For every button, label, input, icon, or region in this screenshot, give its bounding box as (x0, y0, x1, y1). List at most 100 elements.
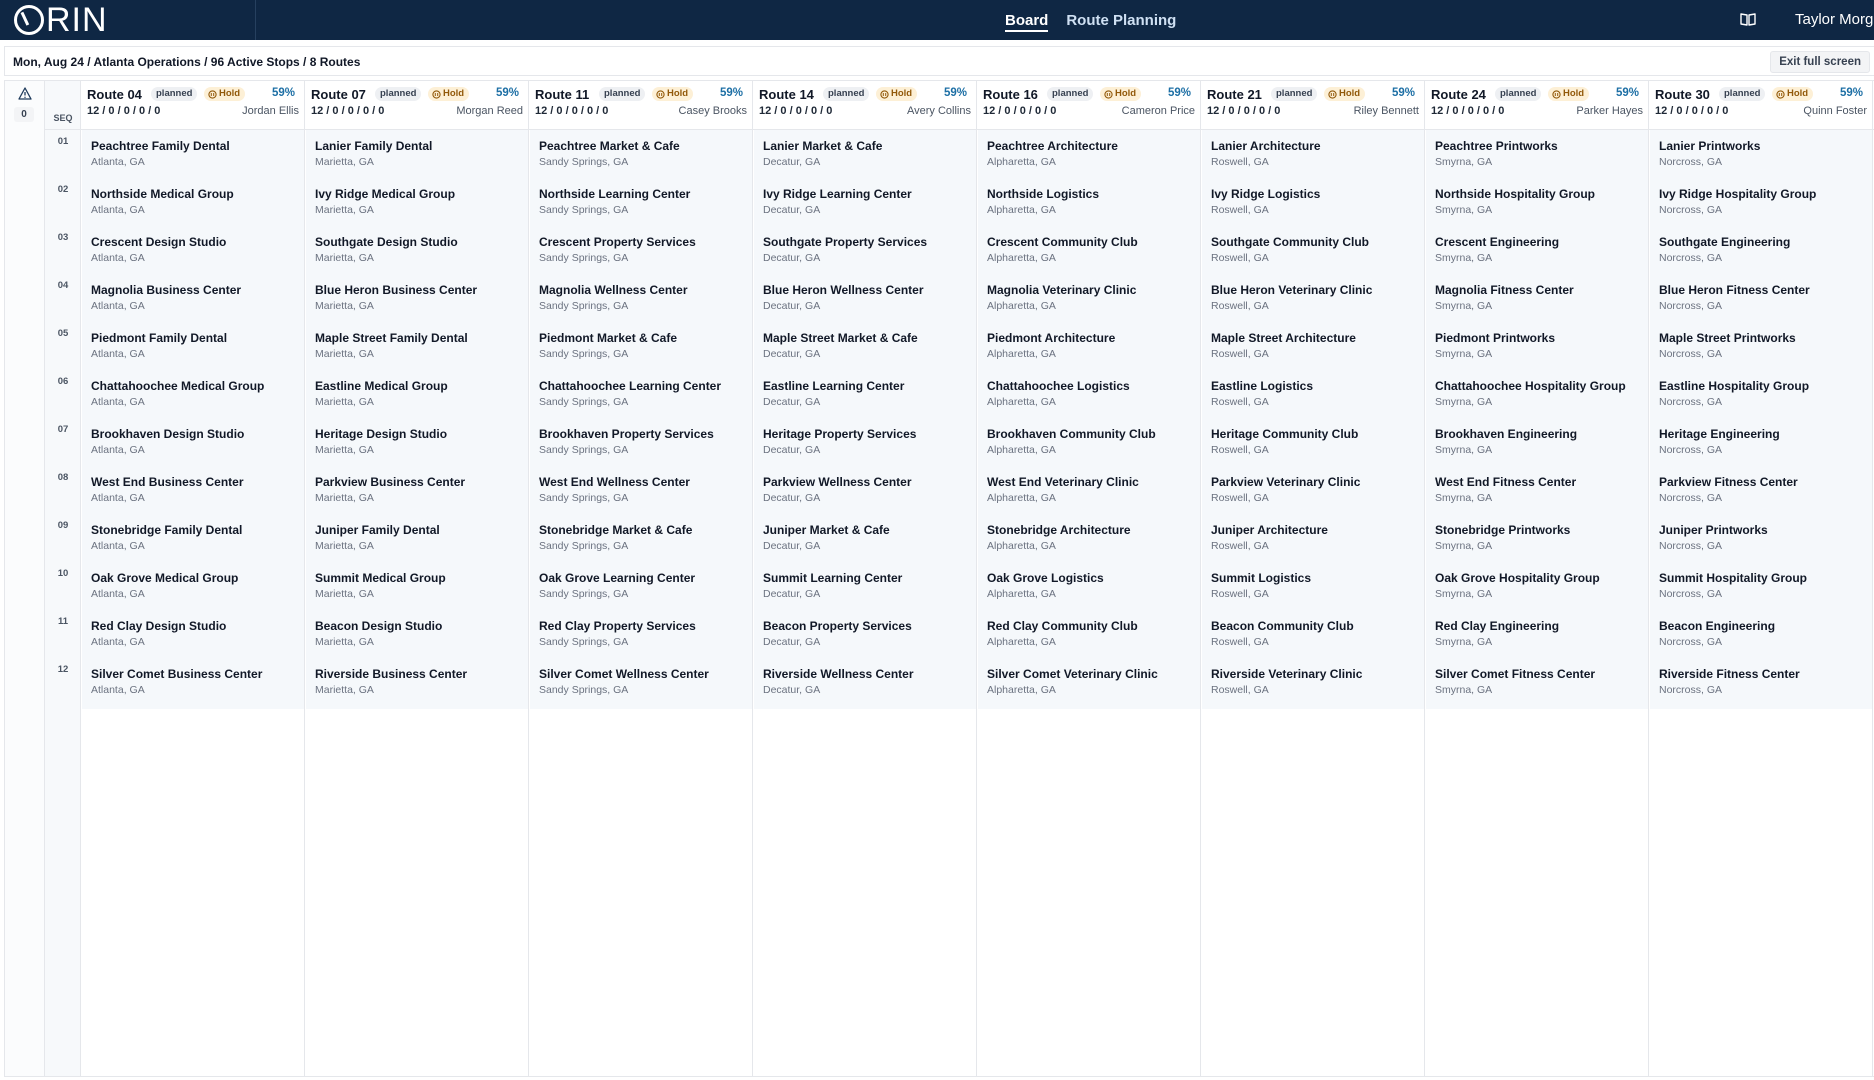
stop-card[interactable]: Southgate Design Studio Marietta, GA (315, 235, 529, 264)
stop-card[interactable]: Maple Street Market & Cafe Decatur, GA (763, 331, 977, 360)
orin-logo[interactable]: RIN (14, 1, 108, 39)
book-icon[interactable] (1740, 12, 1756, 26)
stop-card[interactable]: Piedmont Market & Cafe Sandy Springs, GA (539, 331, 753, 360)
route-header[interactable]: Route 21 planned Hold 59% 12 / 0 / 0 / 0 / 0… (1201, 81, 1425, 129)
stop-card[interactable]: Blue Heron Wellness Center Decatur, GA (763, 283, 977, 312)
stop-card[interactable]: Eastline Hospitality Group Norcross, GA (1659, 379, 1873, 408)
stop-card[interactable]: West End Business Center Atlanta, GA (91, 475, 305, 504)
stop-card[interactable]: Summit Logistics Roswell, GA (1211, 571, 1425, 600)
stop-card[interactable]: Heritage Community Club Roswell, GA (1211, 427, 1425, 456)
stop-card[interactable]: Ivy Ridge Hospitality Group Norcross, GA (1659, 187, 1873, 216)
stop-card[interactable]: Brookhaven Property Services Sandy Spring… (539, 427, 753, 456)
exit-full-screen-button[interactable]: Exit full screen (1770, 51, 1870, 73)
hold-badge[interactable]: Hold (652, 87, 694, 101)
stop-card[interactable]: Lanier Printworks Norcross, GA (1659, 139, 1873, 168)
hold-badge[interactable]: Hold (204, 87, 246, 101)
stop-card[interactable]: Peachtree Family Dental Atlanta, GA (91, 139, 305, 168)
stop-card[interactable]: Northside Hospitality Group Smyrna, GA (1435, 187, 1649, 216)
stop-card[interactable]: Southgate Property Services Decatur, GA (763, 235, 977, 264)
stop-card[interactable]: Parkview Fitness Center Norcross, GA (1659, 475, 1873, 504)
stop-card[interactable]: Eastline Logistics Roswell, GA (1211, 379, 1425, 408)
stop-card[interactable]: Heritage Design Studio Marietta, GA (315, 427, 529, 456)
stop-card[interactable]: Stonebridge Printworks Smyrna, GA (1435, 523, 1649, 552)
stop-card[interactable]: Stonebridge Market & Cafe Sandy Springs, … (539, 523, 753, 552)
stop-card[interactable]: Silver Comet Veterinary Clinic Alpharetta… (987, 667, 1201, 696)
stop-card[interactable]: Lanier Market & Cafe Decatur, GA (763, 139, 977, 168)
stop-card[interactable]: Crescent Engineering Smyrna, GA (1435, 235, 1649, 264)
stop-card[interactable]: Juniper Market & Cafe Decatur, GA (763, 523, 977, 552)
stop-card[interactable]: Magnolia Business Center Atlanta, GA (91, 283, 305, 312)
route-header[interactable]: Route 14 planned Hold 59% 12 / 0 / 0 / 0 / 0… (753, 81, 977, 129)
route-header[interactable]: Route 07 planned Hold 59% 12 / 0 / 0 / 0 / 0… (305, 81, 529, 129)
stop-card[interactable]: Parkview Veterinary Clinic Roswell, GA (1211, 475, 1425, 504)
stop-card[interactable]: Red Clay Design Studio Atlanta, GA (91, 619, 305, 648)
hold-badge[interactable]: Hold (428, 87, 470, 101)
stop-card[interactable]: West End Fitness Center Smyrna, GA (1435, 475, 1649, 504)
stop-card[interactable]: Red Clay Property Services Sandy Springs,… (539, 619, 753, 648)
stop-card[interactable]: Crescent Design Studio Atlanta, GA (91, 235, 305, 264)
tab-board[interactable]: Board (1005, 0, 1049, 40)
stop-card[interactable]: Parkview Wellness Center Decatur, GA (763, 475, 977, 504)
route-header[interactable]: Route 04 planned Hold 59% 12 / 0 / 0 / 0 / 0… (81, 81, 305, 129)
stop-card[interactable]: Crescent Property Services Sandy Springs,… (539, 235, 753, 264)
stop-card[interactable]: Blue Heron Veterinary Clinic Roswell, GA (1211, 283, 1425, 312)
route-header[interactable]: Route 16 planned Hold 59% 12 / 0 / 0 / 0 / 0… (977, 81, 1201, 129)
stop-card[interactable]: Stonebridge Family Dental Atlanta, GA (91, 523, 305, 552)
stop-card[interactable]: Crescent Community Club Alpharetta, GA (987, 235, 1201, 264)
stop-card[interactable]: Parkview Business Center Marietta, GA (315, 475, 529, 504)
stop-card[interactable]: Beacon Property Services Decatur, GA (763, 619, 977, 648)
stop-card[interactable]: Blue Heron Business Center Marietta, GA (315, 283, 529, 312)
stop-card[interactable]: Summit Hospitality Group Norcross, GA (1659, 571, 1873, 600)
stop-card[interactable]: Juniper Printworks Norcross, GA (1659, 523, 1873, 552)
stop-card[interactable]: Red Clay Engineering Smyrna, GA (1435, 619, 1649, 648)
hold-badge[interactable]: Hold (876, 87, 918, 101)
stop-card[interactable]: Eastline Learning Center Decatur, GA (763, 379, 977, 408)
hold-badge[interactable]: Hold (1324, 87, 1366, 101)
hold-badge[interactable]: Hold (1548, 87, 1590, 101)
stop-card[interactable]: Summit Learning Center Decatur, GA (763, 571, 977, 600)
route-header[interactable]: Route 24 planned Hold 59% 12 / 0 / 0 / 0 / 0… (1425, 81, 1649, 129)
stop-card[interactable]: Chattahoochee Hospitality Group Smyrna, G… (1435, 379, 1649, 408)
hold-badge[interactable]: Hold (1772, 87, 1814, 101)
stop-card[interactable]: Ivy Ridge Learning Center Decatur, GA (763, 187, 977, 216)
stop-card[interactable]: Riverside Fitness Center Norcross, GA (1659, 667, 1873, 696)
stop-card[interactable]: Beacon Community Club Roswell, GA (1211, 619, 1425, 648)
stop-card[interactable]: Summit Medical Group Marietta, GA (315, 571, 529, 600)
stop-card[interactable]: Southgate Engineering Norcross, GA (1659, 235, 1873, 264)
stop-card[interactable]: Ivy Ridge Logistics Roswell, GA (1211, 187, 1425, 216)
stop-card[interactable]: Maple Street Printworks Norcross, GA (1659, 331, 1873, 360)
stop-card[interactable]: Silver Comet Business Center Atlanta, GA (91, 667, 305, 696)
stop-card[interactable]: Maple Street Family Dental Marietta, GA (315, 331, 529, 360)
stop-card[interactable]: Red Clay Community Club Alpharetta, GA (987, 619, 1201, 648)
stop-card[interactable]: Northside Learning Center Sandy Springs, … (539, 187, 753, 216)
stop-card[interactable]: Peachtree Architecture Alpharetta, GA (987, 139, 1201, 168)
stop-card[interactable]: Piedmont Architecture Alpharetta, GA (987, 331, 1201, 360)
stop-card[interactable]: Piedmont Printworks Smyrna, GA (1435, 331, 1649, 360)
stop-card[interactable]: Chattahoochee Learning Center Sandy Sprin… (539, 379, 753, 408)
warning-triangle-icon[interactable] (18, 87, 32, 100)
user-menu[interactable]: Taylor Morga (1795, 11, 1874, 28)
stop-card[interactable]: Lanier Family Dental Marietta, GA (315, 139, 529, 168)
stop-card[interactable]: Ivy Ridge Medical Group Marietta, GA (315, 187, 529, 216)
stop-card[interactable]: Riverside Business Center Marietta, GA (315, 667, 529, 696)
route-header[interactable]: Route 11 planned Hold 59% 12 / 0 / 0 / 0 / 0… (529, 81, 753, 129)
stop-card[interactable]: Heritage Property Services Decatur, GA (763, 427, 977, 456)
stop-card[interactable]: Eastline Medical Group Marietta, GA (315, 379, 529, 408)
stop-card[interactable]: Peachtree Market & Cafe Sandy Springs, GA (539, 139, 753, 168)
stop-card[interactable]: Juniper Architecture Roswell, GA (1211, 523, 1425, 552)
stop-card[interactable]: Silver Comet Wellness Center Sandy Spring… (539, 667, 753, 696)
stop-card[interactable]: Oak Grove Learning Center Sandy Springs, … (539, 571, 753, 600)
stop-card[interactable]: Beacon Engineering Norcross, GA (1659, 619, 1873, 648)
route-header[interactable]: Route 30 planned Hold 59% 12 / 0 / 0 / 0 / 0… (1649, 81, 1873, 129)
stop-card[interactable]: Riverside Wellness Center Decatur, GA (763, 667, 977, 696)
hold-badge[interactable]: Hold (1100, 87, 1142, 101)
stop-card[interactable]: Magnolia Wellness Center Sandy Springs, G… (539, 283, 753, 312)
stop-card[interactable]: Peachtree Printworks Smyrna, GA (1435, 139, 1649, 168)
stop-card[interactable]: West End Veterinary Clinic Alpharetta, GA (987, 475, 1201, 504)
stop-card[interactable]: Magnolia Fitness Center Smyrna, GA (1435, 283, 1649, 312)
stop-card[interactable]: Stonebridge Architecture Alpharetta, GA (987, 523, 1201, 552)
stop-card[interactable]: Brookhaven Design Studio Atlanta, GA (91, 427, 305, 456)
stop-card[interactable]: Chattahoochee Logistics Alpharetta, GA (987, 379, 1201, 408)
stop-card[interactable]: Northside Medical Group Atlanta, GA (91, 187, 305, 216)
stop-card[interactable]: Oak Grove Logistics Alpharetta, GA (987, 571, 1201, 600)
